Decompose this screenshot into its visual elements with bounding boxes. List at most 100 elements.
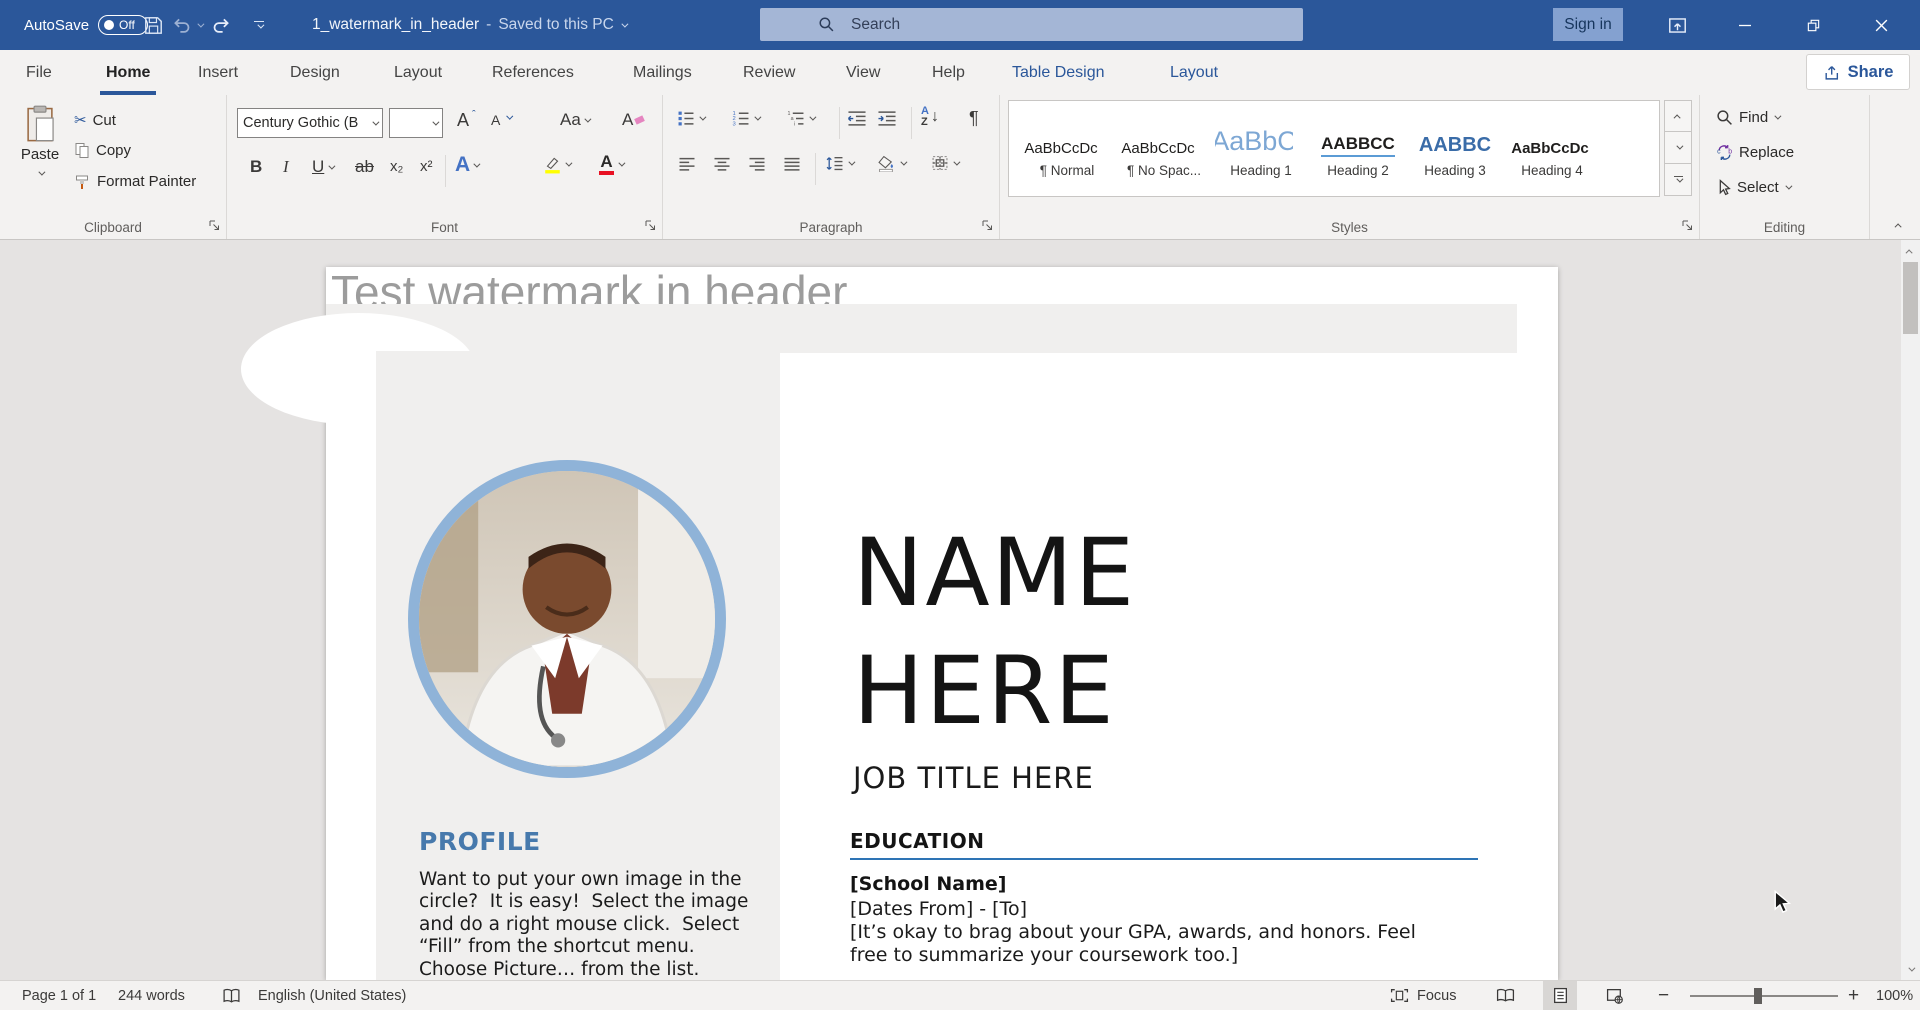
profile-photo[interactable]: [408, 460, 726, 778]
style-heading-1[interactable]: AaBbC Heading 1: [1215, 105, 1307, 193]
clipboard-dialog-launcher-icon[interactable]: [208, 219, 221, 232]
format-painter-button[interactable]: Format Painter: [74, 173, 196, 190]
show-hide-pilcrow-button[interactable]: ¶: [969, 108, 979, 129]
autosave-toggle[interactable]: AutoSave Off: [24, 0, 148, 50]
strikethrough-button[interactable]: ab: [355, 157, 374, 177]
paste-button[interactable]: Paste: [12, 105, 68, 181]
scroll-down-button[interactable]: [1901, 960, 1920, 978]
focus-button[interactable]: Focus: [1390, 981, 1457, 1010]
close-button[interactable]: [1852, 0, 1910, 50]
font-dialog-launcher-icon[interactable]: [644, 219, 657, 232]
grow-font-button[interactable]: Aˆ: [457, 110, 476, 131]
cut-button[interactable]: ✂ Cut: [74, 111, 116, 129]
styles-dialog-launcher-icon[interactable]: [1681, 219, 1694, 232]
shading-button[interactable]: [877, 155, 905, 172]
styles-scroll-up-button[interactable]: [1664, 100, 1692, 132]
education-heading[interactable]: EDUCATION: [850, 829, 1490, 853]
line-spacing-button[interactable]: [825, 155, 853, 172]
tab-help[interactable]: Help: [930, 50, 967, 95]
decrease-indent-button[interactable]: [847, 110, 867, 126]
font-name-combo[interactable]: Century Gothic (B: [237, 108, 383, 138]
window-title[interactable]: 1_watermark_in_header - Saved to this PC: [312, 0, 626, 50]
tab-layout[interactable]: Layout: [392, 50, 444, 95]
dates-text[interactable]: [Dates From] - [To]: [850, 898, 1027, 920]
copy-button[interactable]: Copy: [74, 142, 131, 159]
style-no-spacing[interactable]: AaBbCcDc ¶ No Spac...: [1118, 105, 1210, 193]
highlight-button[interactable]: [543, 155, 570, 174]
tab-review[interactable]: Review: [741, 50, 797, 95]
align-center-button[interactable]: [713, 157, 731, 172]
redo-button[interactable]: [208, 0, 236, 50]
zoom-in-button[interactable]: +: [1848, 981, 1859, 1010]
vertical-scrollbar[interactable]: [1901, 240, 1920, 980]
shrink-font-button[interactable]: A: [491, 112, 508, 128]
zoom-level[interactable]: 100%: [1876, 981, 1913, 1010]
document-page[interactable]: Test watermark in header: [326, 267, 1558, 980]
undo-dropdown[interactable]: [193, 0, 205, 50]
font-size-combo[interactable]: [389, 108, 443, 138]
style-heading-3[interactable]: AABBC Heading 3: [1409, 105, 1501, 193]
minimize-button[interactable]: [1716, 0, 1774, 50]
ribbon-display-options-button[interactable]: [1648, 0, 1706, 50]
print-layout-button[interactable]: [1543, 981, 1577, 1010]
numbering-button[interactable]: 123: [732, 110, 759, 126]
resume-job-title[interactable]: JOB TITLE HERE: [853, 761, 1094, 795]
tab-insert[interactable]: Insert: [196, 50, 240, 95]
styles-scroll-down-button[interactable]: [1664, 132, 1692, 164]
tab-table-design[interactable]: Table Design: [1010, 50, 1107, 95]
style-normal[interactable]: AaBbCcDc ¶ Normal: [1021, 105, 1113, 193]
replace-button[interactable]: bc Replace: [1716, 144, 1794, 161]
sign-in-button[interactable]: Sign in: [1553, 8, 1623, 41]
clear-formatting-button[interactable]: A: [622, 110, 644, 130]
scroll-up-button[interactable]: [1901, 242, 1920, 260]
text-effects-button[interactable]: A: [455, 153, 478, 177]
word-count[interactable]: 244 words: [118, 981, 185, 1010]
zoom-slider-thumb[interactable]: [1754, 988, 1762, 1004]
read-mode-button[interactable]: [1488, 981, 1522, 1010]
styles-gallery-more-button[interactable]: [1664, 164, 1692, 196]
profile-heading[interactable]: PROFILE: [419, 827, 541, 856]
education-body-text[interactable]: [It’s okay to brag about your GPA, award…: [850, 921, 1450, 966]
zoom-out-button[interactable]: −: [1658, 981, 1669, 1010]
proofing-status-button[interactable]: [222, 981, 241, 1010]
select-button[interactable]: Select: [1716, 179, 1790, 196]
sort-button[interactable]: A Z ↓: [921, 106, 939, 128]
share-button[interactable]: Share: [1806, 54, 1910, 90]
web-layout-button[interactable]: [1598, 981, 1632, 1010]
tab-references[interactable]: References: [490, 50, 576, 95]
bold-button[interactable]: B: [250, 157, 262, 177]
justify-button[interactable]: [783, 157, 801, 172]
superscript-button[interactable]: x²: [420, 158, 433, 175]
resume-name[interactable]: NAME HERE: [853, 515, 1136, 751]
page-indicator[interactable]: Page 1 of 1: [22, 981, 96, 1010]
align-left-button[interactable]: [678, 157, 696, 172]
multilevel-list-button[interactable]: 1ai: [787, 110, 814, 126]
find-button[interactable]: Find: [1716, 109, 1779, 126]
zoom-slider[interactable]: [1690, 995, 1838, 997]
tab-file[interactable]: File: [24, 50, 54, 95]
borders-button[interactable]: [931, 155, 958, 171]
tab-mailings[interactable]: Mailings: [631, 50, 694, 95]
tab-view[interactable]: View: [844, 50, 882, 95]
language-indicator[interactable]: English (United States): [258, 981, 406, 1010]
paragraph-dialog-launcher-icon[interactable]: [981, 219, 994, 232]
collapse-ribbon-button[interactable]: [1897, 215, 1902, 233]
style-heading-4[interactable]: AaBbCcDc Heading 4: [1506, 105, 1598, 193]
search-input[interactable]: Search: [760, 8, 1303, 41]
save-button[interactable]: [138, 0, 168, 50]
undo-button[interactable]: [168, 0, 194, 50]
bullets-button[interactable]: [677, 110, 704, 126]
tab-home[interactable]: Home: [104, 50, 152, 95]
style-heading-2[interactable]: AABBCC Heading 2: [1312, 105, 1404, 193]
align-right-button[interactable]: [748, 157, 766, 172]
tab-design[interactable]: Design: [288, 50, 342, 95]
tab-layout-contextual[interactable]: Layout: [1168, 50, 1220, 95]
subscript-button[interactable]: x₂: [390, 158, 403, 175]
profile-body-text[interactable]: Want to put your own image in the circle…: [419, 869, 752, 980]
school-name-text[interactable]: [School Name]: [850, 873, 1006, 895]
change-case-button[interactable]: Aa: [560, 110, 589, 130]
restore-button[interactable]: [1784, 0, 1842, 50]
font-color-button[interactable]: A: [599, 153, 623, 175]
increase-indent-button[interactable]: [877, 110, 897, 126]
scrollbar-thumb[interactable]: [1903, 262, 1918, 334]
